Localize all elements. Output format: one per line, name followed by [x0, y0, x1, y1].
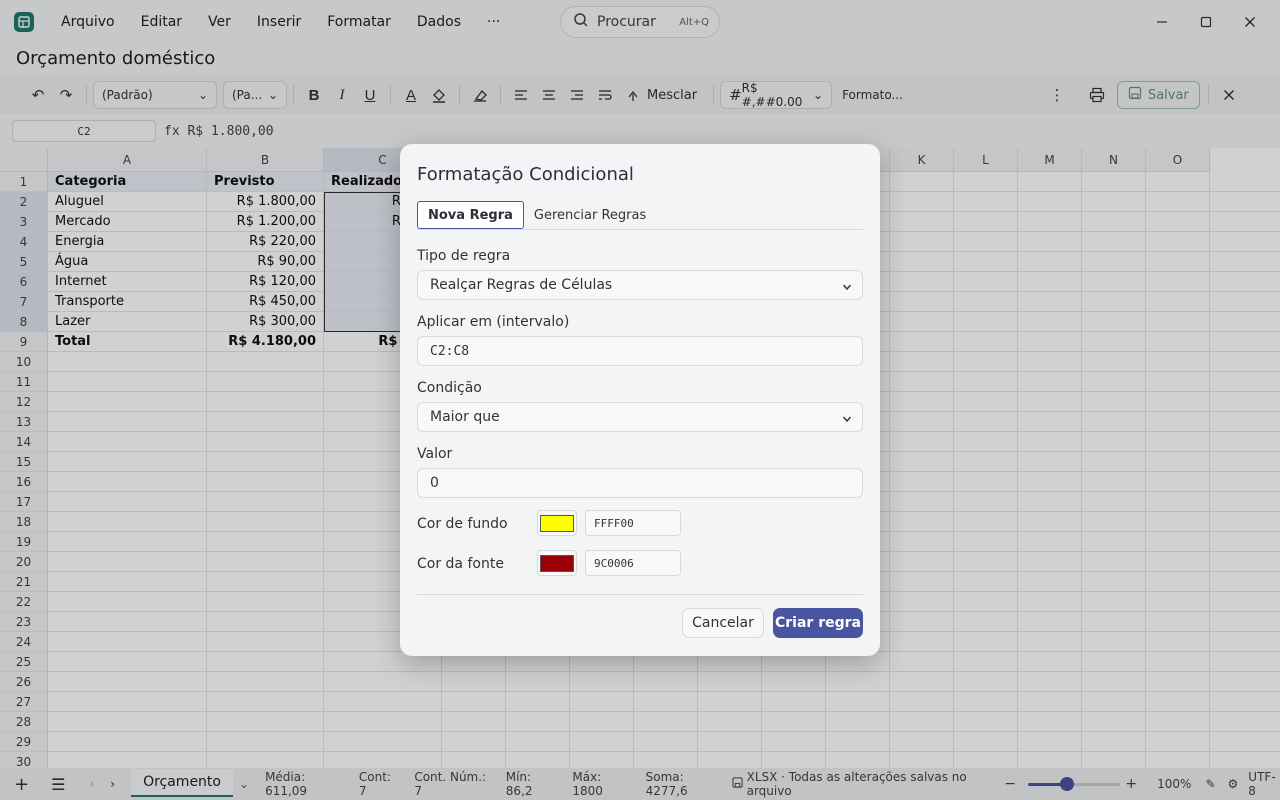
- chevron-down-icon: [842, 280, 852, 296]
- background-color-label: Cor de fundo: [417, 516, 508, 532]
- tab-nova-regra[interactable]: Nova Regra: [417, 201, 524, 229]
- dialog-divider: [417, 594, 863, 595]
- conditional-formatting-dialog: Formatação Condicional Nova Regra Gerenc…: [400, 144, 880, 656]
- value-label: Valor: [417, 446, 453, 462]
- cancel-button[interactable]: Cancelar: [682, 608, 764, 638]
- background-color-hex-input[interactable]: FFFF00: [585, 510, 681, 536]
- dialog-tabs: Nova Regra Gerenciar Regras: [417, 201, 863, 230]
- condition-value: Maior que: [430, 409, 500, 425]
- rule-type-select[interactable]: Realçar Regras de Células: [417, 270, 863, 300]
- value-input[interactable]: 0: [417, 468, 863, 498]
- range-input[interactable]: C2:C8: [417, 336, 863, 366]
- range-label: Aplicar em (intervalo): [417, 314, 570, 330]
- font-color-preview: [540, 554, 574, 572]
- font-color-label: Cor da fonte: [417, 556, 504, 572]
- tab-gerenciar-regras[interactable]: Gerenciar Regras: [524, 201, 656, 229]
- rule-type-label: Tipo de regra: [417, 248, 511, 264]
- background-color-swatch[interactable]: [537, 510, 577, 536]
- chevron-down-icon: [842, 412, 852, 428]
- condition-select[interactable]: Maior que: [417, 402, 863, 432]
- font-color-hex-input[interactable]: 9C0006: [585, 550, 681, 576]
- condition-label: Condição: [417, 380, 482, 396]
- background-color-preview: [540, 514, 574, 532]
- rule-type-value: Realçar Regras de Células: [430, 277, 613, 293]
- create-rule-button[interactable]: Criar regra: [773, 608, 863, 638]
- dialog-title: Formatação Condicional: [417, 164, 634, 185]
- font-color-swatch[interactable]: [537, 550, 577, 576]
